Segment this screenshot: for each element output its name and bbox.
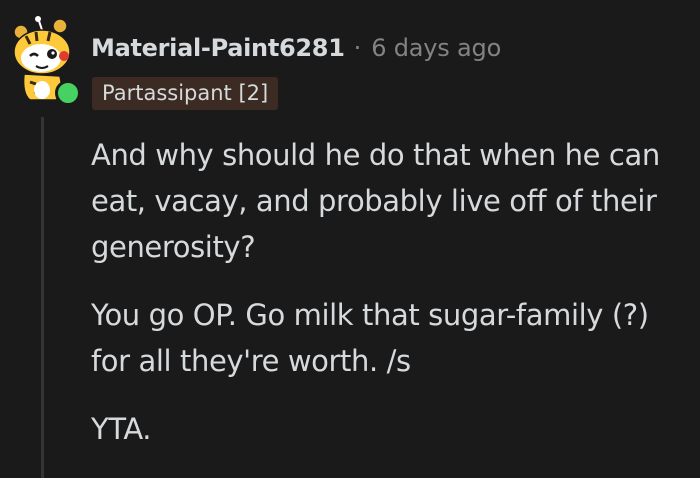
comment-timestamp[interactable]: 6 days ago [371, 34, 501, 62]
comment-paragraph: YTA. [91, 412, 152, 446]
meta-separator: · [353, 34, 362, 62]
comment-paragraph: You go OP. Go milk that sugar-family (?)… [91, 298, 649, 378]
thread-collapse-line[interactable] [41, 117, 44, 478]
comment-meta: Material-Paint6281 · 6 days ago [91, 31, 501, 65]
username-link[interactable]: Material-Paint6281 [91, 34, 345, 62]
comment-body: And why should he do that when he can ea… [91, 132, 691, 474]
comment: Material-Paint6281 · 6 days ago Partassi… [0, 0, 700, 478]
comment-paragraph: And why should he do that when he can ea… [91, 138, 660, 264]
user-avatar[interactable] [12, 16, 81, 106]
online-status-indicator [55, 80, 81, 106]
user-flair: Partassipant [2] [92, 77, 279, 110]
